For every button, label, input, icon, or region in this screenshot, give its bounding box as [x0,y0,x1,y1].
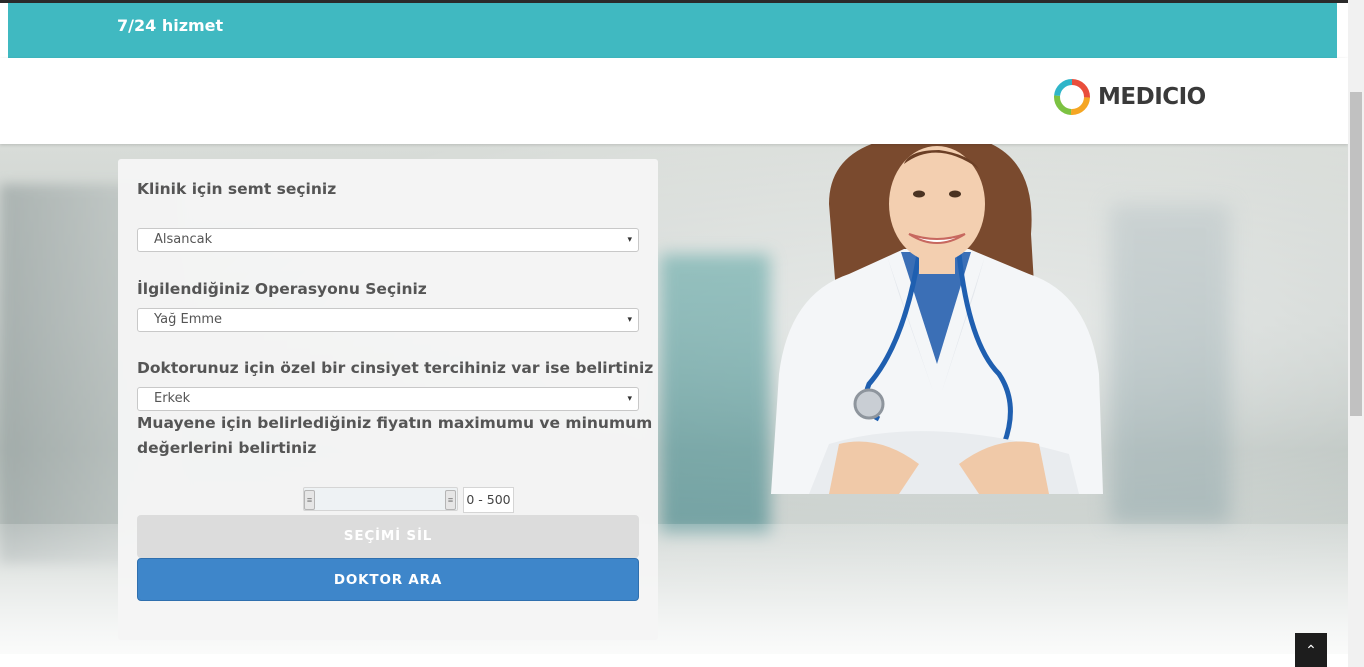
brand-logo[interactable]: MEDICIO [1052,77,1206,117]
clear-selection-button[interactable]: SEÇİMİ SİL [137,515,639,558]
site-header: MEDICIO [0,58,1348,144]
ring-logo-icon [1052,77,1092,117]
price-label-line1: Muayene için belirlediğiniz fiyatın maxi… [137,414,653,432]
chevron-down-icon: ▾ [627,394,632,404]
gender-label: Doktorunuz için özel bir cinsiyet tercih… [137,359,654,377]
gender-select-value: Erkek [154,391,191,406]
doctor-image [769,144,1103,494]
service-hours-text: 7/24 hizmet [117,16,224,35]
price-range-value: 0 - 500 [463,487,514,513]
background-blur-right [1110,204,1230,524]
page-scrollbar[interactable] [1348,0,1364,667]
chevron-down-icon: ▾ [627,315,632,325]
background-blur-figures [660,254,770,534]
gender-select[interactable]: Erkek ▾ [137,387,639,411]
scrollbar-thumb[interactable] [1350,92,1362,416]
price-range-slider[interactable]: ≡ ≡ [303,487,458,511]
slider-min-handle[interactable]: ≡ [304,490,315,510]
operation-select-value: Yağ Emme [154,312,223,327]
price-label-line2: değerlerini belirtiniz [137,439,317,457]
chevron-up-icon: ⌃ [1305,642,1317,658]
search-doctor-button[interactable]: DOKTOR ARA [137,558,639,601]
district-select[interactable]: Alsancak ▾ [137,228,639,252]
slider-max-handle[interactable]: ≡ [445,490,456,510]
brand-name: MEDICIO [1098,84,1206,110]
district-label: Klinik için semt seçiniz [137,180,337,198]
district-select-value: Alsancak [154,232,213,247]
chevron-down-icon: ▾ [627,235,632,245]
back-to-top-button[interactable]: ⌃ [1295,633,1327,667]
operation-label: İlgilendiğiniz Operasyonu Seçiniz [137,280,427,298]
topbar: 7/24 hizmet [8,3,1337,58]
operation-select[interactable]: Yağ Emme ▾ [137,308,639,332]
search-form-panel: Klinik için semt seçiniz Alsancak ▾ İlgi… [118,159,658,640]
